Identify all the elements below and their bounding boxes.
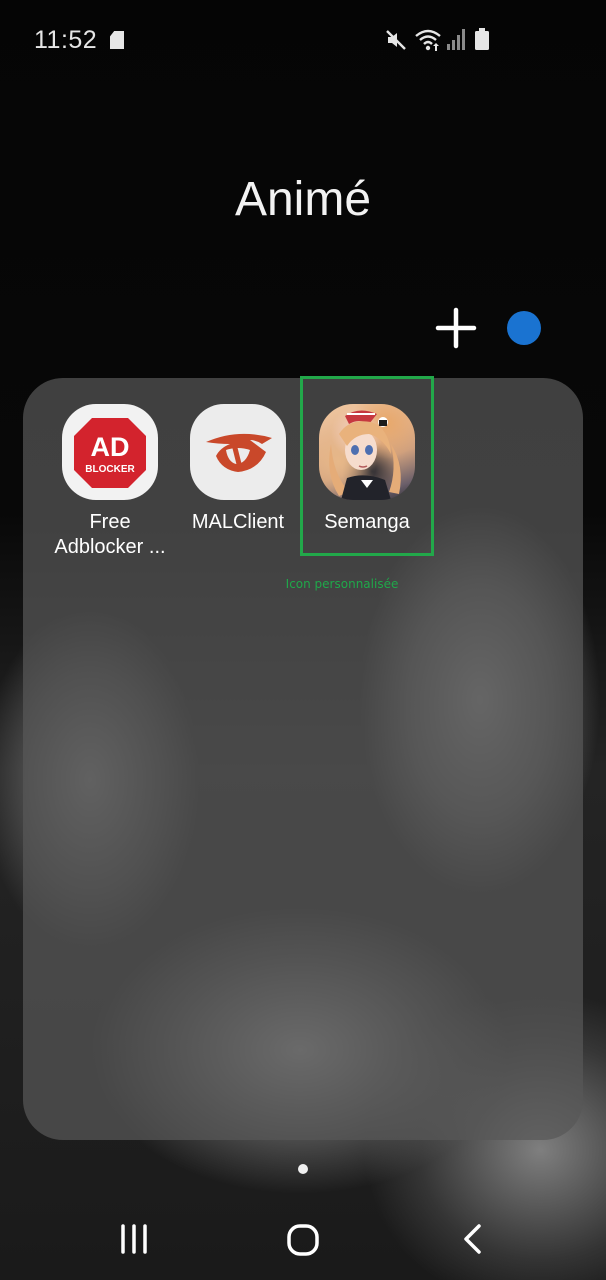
highlight-box — [300, 376, 434, 556]
signal-icon — [447, 29, 465, 50]
nav-bar — [0, 1200, 606, 1280]
mute-icon — [386, 30, 406, 50]
folder-color-button[interactable] — [507, 311, 541, 345]
add-app-button[interactable] — [434, 306, 478, 350]
sd-card-icon — [110, 31, 124, 49]
malclient-icon — [190, 404, 286, 500]
back-icon[interactable] — [454, 1220, 494, 1260]
status-bar: 11:52 — [0, 0, 606, 80]
app-label-line1: Free — [89, 511, 131, 533]
app-malclient[interactable]: MALClient — [174, 404, 302, 535]
battery-icon — [475, 28, 489, 50]
blocker-badge-text: BLOCKER — [85, 464, 135, 475]
app-label-line1: MALClient — [191, 511, 285, 533]
app-label-line2: Adblocker ... — [54, 536, 166, 558]
app-free-adblocker[interactable]: AD BLOCKER Free Adblocker ... — [46, 404, 174, 560]
wifi-icon — [415, 29, 441, 51]
status-time: 11:52 — [34, 26, 98, 54]
adblocker-icon: AD BLOCKER — [62, 404, 158, 500]
folder-title[interactable]: Animé — [0, 172, 606, 227]
annotation-label: Icon personnalisée — [285, 577, 399, 591]
ad-badge-text: AD — [91, 432, 130, 462]
recents-icon[interactable] — [114, 1220, 154, 1260]
app-label: MALClient — [174, 510, 302, 535]
page-indicator-dot — [298, 1164, 308, 1174]
home-icon[interactable] — [283, 1220, 323, 1260]
app-label: Free Adblocker ... — [46, 510, 174, 560]
